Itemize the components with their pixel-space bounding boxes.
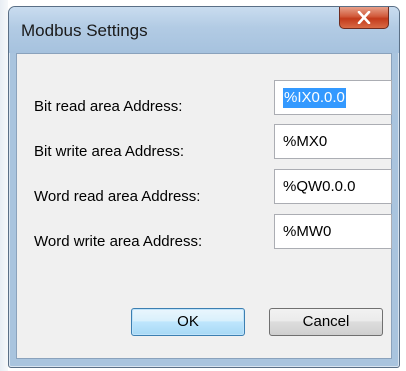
close-button[interactable] <box>339 7 389 29</box>
word-read-address-input[interactable]: %QW0.0.0 <box>274 169 392 204</box>
title-bar[interactable]: Modbus Settings <box>9 7 399 53</box>
word-write-address-value: %MW0 <box>283 223 332 240</box>
modbus-settings-dialog: Modbus Settings Bit read area Address: %… <box>8 6 400 368</box>
bit-write-address-label: Bit write area Address: <box>34 143 185 160</box>
word-read-address-value: %QW0.0.0 <box>283 178 356 195</box>
dialog-title: Modbus Settings <box>21 21 148 40</box>
word-read-address-label: Word read area Address: <box>34 188 201 205</box>
cancel-button[interactable]: Cancel <box>269 308 383 336</box>
close-icon <box>357 11 371 24</box>
bit-read-address-label: Bit read area Address: <box>34 98 183 115</box>
bit-read-address-input[interactable]: %IX0.0.0 <box>274 80 392 115</box>
bit-write-address-input[interactable]: %MX0 <box>274 124 392 159</box>
bit-read-address-value: %IX0.0.0 <box>283 88 346 108</box>
dialog-content: Bit read area Address: %IX0.0.0 Bit writ… <box>16 53 392 359</box>
bit-write-address-value: %MX0 <box>283 133 328 150</box>
background-window-edge <box>0 0 8 371</box>
word-write-address-label: Word write area Address: <box>34 233 203 250</box>
word-write-address-input[interactable]: %MW0 <box>274 214 392 249</box>
ok-button[interactable]: OK <box>131 308 245 336</box>
